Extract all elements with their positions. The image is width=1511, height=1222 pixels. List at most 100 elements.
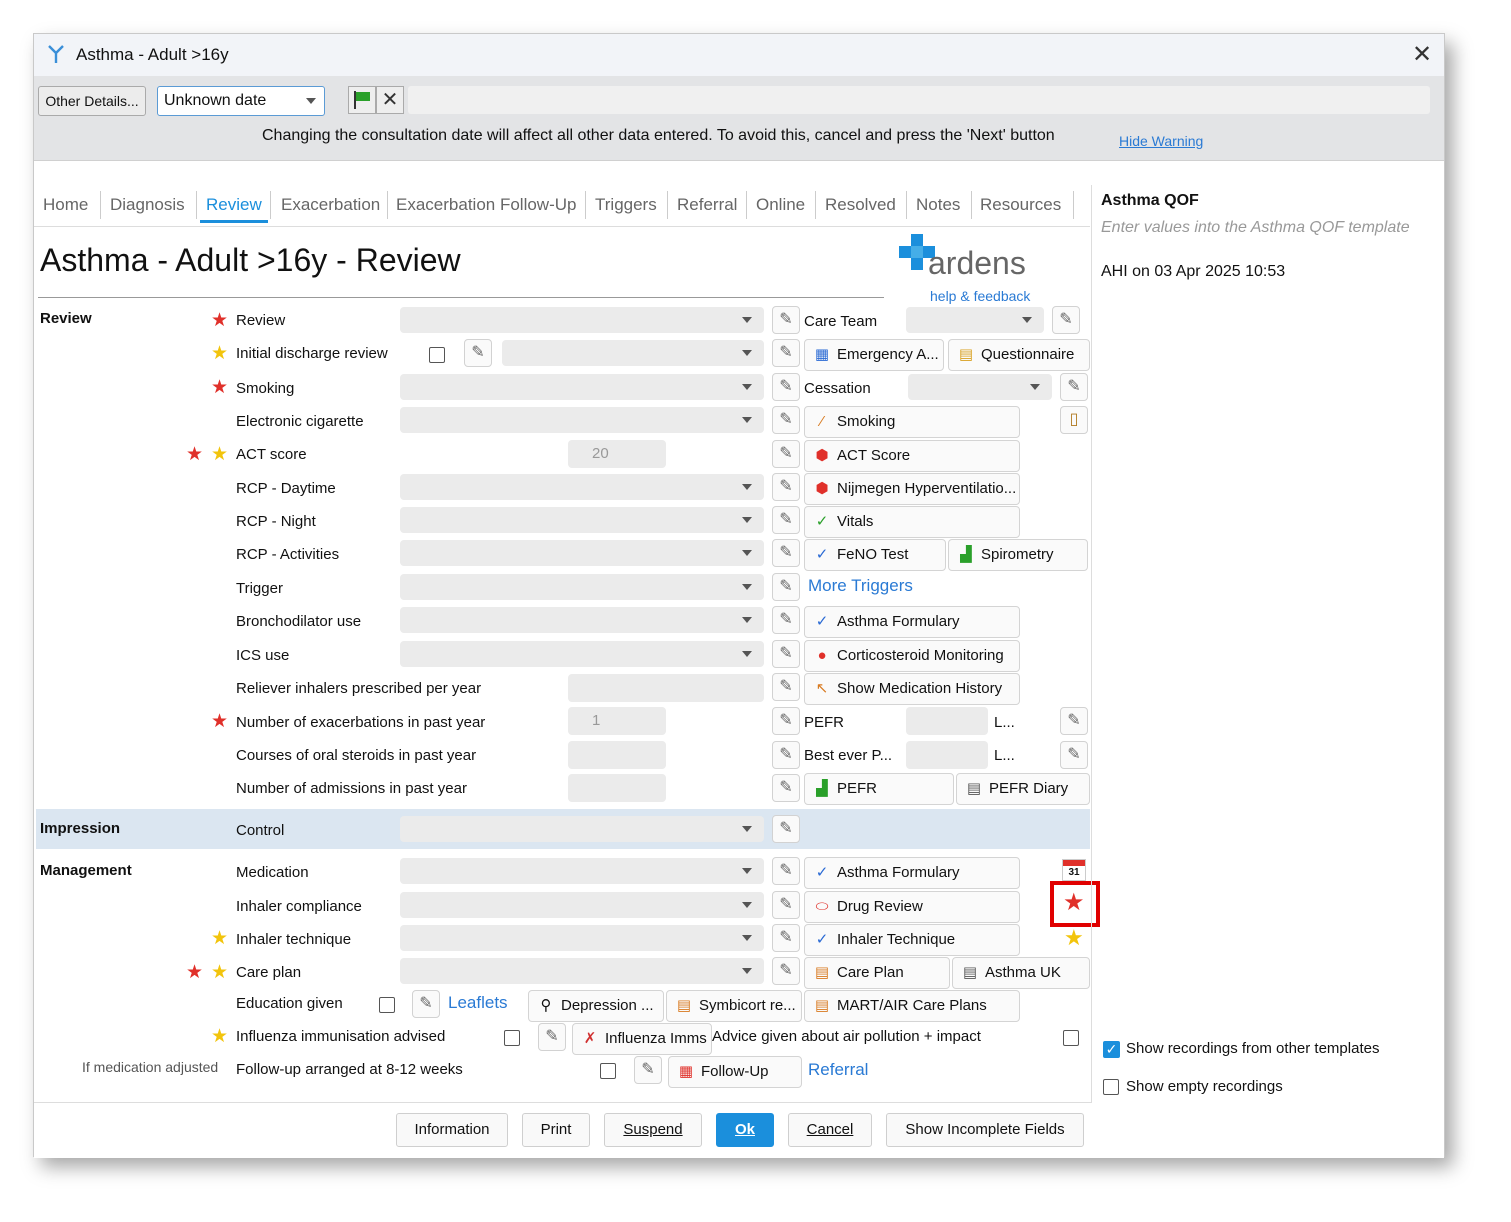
ok-button[interactable]: Ok (716, 1113, 774, 1147)
pencil-icon[interactable]: ✎ (634, 1056, 662, 1084)
medication-history-button[interactable]: ↖ Show Medication History (804, 673, 1020, 705)
inhaler-technique-button[interactable]: ✓ Inhaler Technique (804, 924, 1020, 956)
more-triggers-link[interactable]: More Triggers (808, 576, 913, 596)
pencil-icon[interactable]: ✎ (772, 924, 800, 952)
pencil-icon[interactable]: ✎ (538, 1023, 566, 1051)
pefr-diary-button[interactable]: ▤ PEFR Diary (956, 773, 1090, 805)
tab-triggers[interactable]: Triggers (595, 195, 657, 219)
asthma-uk-button[interactable]: ▤ Asthma UK (952, 957, 1090, 989)
inhaler-technique-select[interactable] (400, 925, 764, 951)
hide-warning-link[interactable]: Hide Warning (1119, 131, 1203, 151)
asthma-formulary-button[interactable]: ✓ Asthma Formulary (804, 606, 1020, 638)
influenza-checkbox[interactable] (504, 1030, 520, 1046)
care-team-select[interactable] (906, 307, 1044, 333)
act-score-button[interactable]: ⬢ ACT Score (804, 440, 1020, 472)
bronchodilator-select[interactable] (400, 607, 764, 633)
pencil-icon[interactable]: ✎ (1052, 306, 1080, 334)
medication-select[interactable] (400, 858, 764, 884)
air-pollution-checkbox[interactable] (1063, 1030, 1079, 1046)
flag-button[interactable] (348, 86, 376, 114)
pencil-icon[interactable]: ✎ (772, 539, 800, 567)
nijmegen-button[interactable]: ⬢ Nijmegen Hyperventilatio... (804, 473, 1020, 505)
tab-resources[interactable]: Resources (980, 195, 1061, 219)
control-select[interactable] (400, 816, 764, 842)
drug-review-button[interactable]: ⬭ Drug Review (804, 891, 1020, 923)
tab-referral[interactable]: Referral (677, 195, 737, 219)
pencil-icon[interactable]: ✎ (772, 857, 800, 885)
pencil-icon[interactable]: ✎ (412, 990, 440, 1018)
pencil-icon[interactable]: ✎ (772, 891, 800, 919)
leaflets-link[interactable]: Leaflets (448, 993, 508, 1013)
bin-icon[interactable]: ▯ (1060, 406, 1088, 434)
pencil-icon[interactable]: ✎ (772, 741, 800, 769)
ics-select[interactable] (400, 641, 764, 667)
pencil-icon[interactable]: ✎ (772, 339, 800, 367)
ecig-select[interactable] (400, 407, 764, 433)
pencil-icon[interactable]: ✎ (772, 774, 800, 802)
tab-exacerbation-follow-up[interactable]: Exacerbation Follow-Up (396, 195, 576, 219)
rcp-activities-select[interactable] (400, 540, 764, 566)
cessation-select[interactable] (908, 374, 1052, 400)
tab-online[interactable]: Online (756, 195, 805, 219)
other-details-button[interactable]: Other Details... (38, 86, 146, 116)
trigger-select[interactable] (400, 574, 764, 600)
pefr-input[interactable] (906, 707, 988, 735)
pencil-icon[interactable]: ✎ (772, 440, 800, 468)
smoking-select[interactable] (400, 374, 764, 400)
close-icon[interactable]: ✕ (1412, 40, 1432, 69)
pefr-chart-button[interactable]: ▟ PEFR (804, 773, 954, 805)
print-button[interactable]: Print (522, 1113, 590, 1147)
tab-diagnosis[interactable]: Diagnosis (110, 195, 185, 219)
rcp-night-select[interactable] (400, 507, 764, 533)
pencil-icon[interactable]: ✎ (464, 339, 492, 367)
rcp-daytime-select[interactable] (400, 474, 764, 500)
mart-air-button[interactable]: ▤ MART/AIR Care Plans (804, 990, 1020, 1022)
oral-steroids-input[interactable] (568, 741, 666, 769)
vitals-button[interactable]: ✓ Vitals (804, 506, 1020, 538)
tab-review[interactable]: Review (206, 195, 262, 219)
care-plan-select[interactable] (400, 958, 764, 984)
initial-discharge-checkbox[interactable] (429, 347, 445, 363)
pencil-icon[interactable]: ✎ (772, 573, 800, 601)
tab-exacerbation[interactable]: Exacerbation (281, 195, 380, 219)
inhaler-compliance-select[interactable] (400, 892, 764, 918)
review-select[interactable] (400, 307, 764, 333)
care-plan-button[interactable]: ▤ Care Plan (804, 957, 950, 989)
initial-discharge-select[interactable] (502, 340, 764, 366)
pencil-icon[interactable]: ✎ (1060, 707, 1088, 735)
date-select[interactable]: Unknown date (157, 86, 325, 116)
clear-date-icon[interactable]: ✕ (376, 86, 404, 114)
referral-link[interactable]: Referral (808, 1060, 868, 1080)
calendar-icon[interactable]: 31 (1062, 859, 1086, 881)
pencil-icon[interactable]: ✎ (772, 306, 800, 334)
feno-button[interactable]: ✓ FeNO Test (804, 539, 946, 571)
best-ever-input[interactable] (906, 741, 988, 769)
help-feedback-link[interactable]: help & feedback (930, 286, 1030, 306)
gold-star-icon[interactable]: ★ (1064, 927, 1084, 949)
pencil-icon[interactable]: ✎ (772, 707, 800, 735)
spirometry-button[interactable]: ▟ Spirometry (948, 539, 1088, 571)
influenza-imms-button[interactable]: ✗ Influenza Imms (572, 1023, 712, 1055)
tab-notes[interactable]: Notes (916, 195, 960, 219)
suspend-button[interactable]: Suspend (604, 1113, 702, 1147)
pencil-icon[interactable]: ✎ (1060, 373, 1088, 401)
show-empty-checkbox[interactable] (1103, 1079, 1119, 1095)
show-other-checkbox[interactable]: ✓ (1103, 1041, 1120, 1058)
pencil-icon[interactable]: ✎ (772, 406, 800, 434)
pencil-icon[interactable]: ✎ (772, 473, 800, 501)
exacerbations-input[interactable]: 1 (568, 707, 666, 735)
followup-checkbox[interactable] (600, 1063, 616, 1079)
pencil-icon[interactable]: ✎ (772, 815, 800, 843)
depression-button[interactable]: ⚲ Depression ... (528, 990, 664, 1022)
red-star-icon[interactable]: ★ (1063, 891, 1085, 915)
tab-home[interactable]: Home (43, 195, 88, 219)
information-button[interactable]: Information (396, 1113, 508, 1147)
asthma-formulary-2-button[interactable]: ✓ Asthma Formulary (804, 857, 1020, 889)
pencil-icon[interactable]: ✎ (772, 640, 800, 668)
cancel-button[interactable]: Cancel (788, 1113, 872, 1147)
smoking-button[interactable]: ⁄ Smoking (804, 406, 1020, 438)
admissions-input[interactable] (568, 774, 666, 802)
pencil-icon[interactable]: ✎ (772, 606, 800, 634)
corticosteroid-button[interactable]: ● Corticosteroid Monitoring (804, 640, 1020, 672)
followup-button[interactable]: ▦ Follow-Up (668, 1056, 802, 1088)
